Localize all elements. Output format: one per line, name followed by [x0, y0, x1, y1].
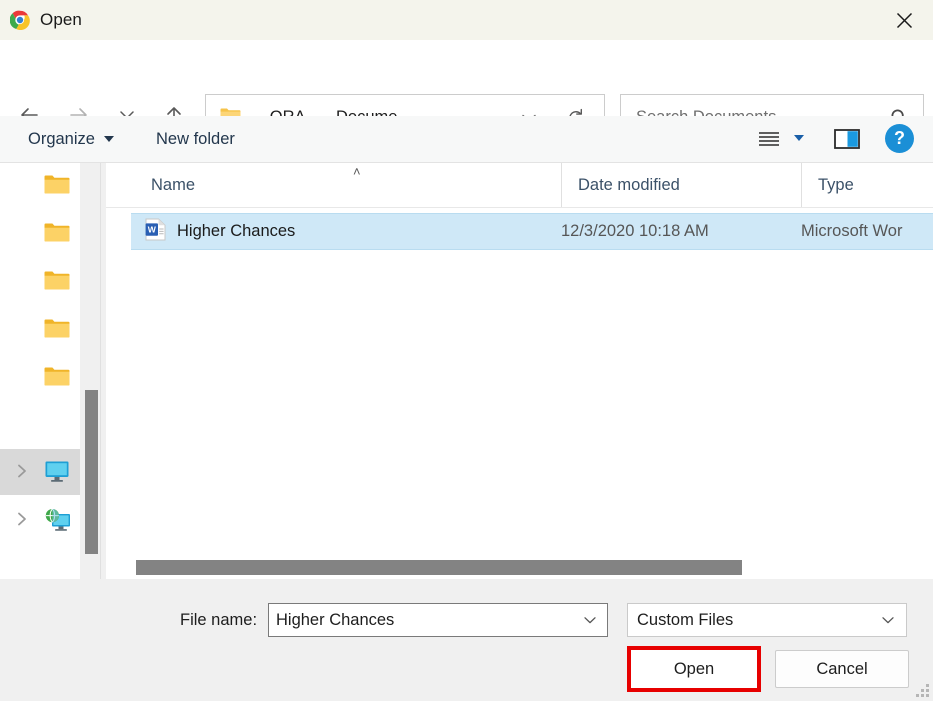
file-name-label: File name: [180, 611, 258, 629]
file-name-value: Higher Chances [276, 610, 395, 629]
title-bar: Open [0, 0, 933, 40]
column-header-type-label: Type [818, 175, 854, 194]
file-name-chevron-down-icon[interactable] [582, 604, 598, 636]
file-type-value: Custom Files [637, 610, 734, 629]
column-header-date-modified-label: Date modified [578, 175, 680, 194]
column-header-name-label: Name [151, 175, 196, 194]
folder-icon [44, 222, 70, 248]
sidebar-item-folder-2[interactable] [0, 211, 80, 257]
sidebar-item-folder-4[interactable] [0, 307, 80, 353]
cancel-button-label: Cancel [816, 659, 868, 678]
navigation-bar: « ORA... › Docume... [0, 40, 933, 141]
table-row[interactable]: W Higher Chances 12/3/2020 10:18 AM Micr… [131, 213, 933, 250]
open-file-dialog: Open Search Documents Organize New folde… [0, 0, 933, 701]
organize-label: Organize [28, 129, 95, 148]
sidebar-item-this-pc[interactable] [0, 449, 80, 495]
close-button[interactable] [875, 0, 933, 40]
sidebar-item-folder-5[interactable] [0, 355, 80, 401]
network-icon [44, 508, 72, 538]
sidebar-scrollbar-thumb[interactable] [85, 390, 98, 554]
this-pc-icon [44, 460, 70, 488]
window-title: Open [40, 10, 82, 29]
file-type-cell: Microsoft Wor [801, 222, 903, 240]
svg-text:W: W [148, 224, 157, 234]
preview-pane-icon[interactable] [833, 125, 861, 153]
pane-divider [100, 163, 101, 579]
new-folder-label: New folder [156, 129, 235, 148]
column-headers: Name ˄ Date modified Type [106, 163, 933, 208]
file-list: Name ˄ Date modified Type W Higher Chanc [106, 163, 933, 579]
column-header-date-modified[interactable]: Date modified [561, 163, 801, 207]
file-list-horizontal-scrollbar-thumb[interactable] [136, 560, 742, 575]
chrome-logo-icon [9, 10, 30, 31]
column-header-name[interactable]: Name [106, 163, 561, 207]
help-label: ? [894, 128, 905, 148]
sort-ascending-icon: ˄ [353, 164, 361, 179]
file-name-cell: Higher Chances [177, 222, 296, 240]
help-button[interactable]: ? [885, 124, 914, 153]
open-button[interactable]: Open [631, 650, 757, 688]
file-type-select[interactable]: Custom Files [627, 603, 907, 637]
sidebar-scrollbar[interactable] [85, 163, 98, 579]
chevron-down-icon [103, 136, 114, 142]
organize-button[interactable]: Organize [20, 116, 122, 162]
sidebar-item-network[interactable] [0, 497, 80, 543]
resize-grip[interactable] [916, 684, 930, 698]
command-bar: Organize New folder ? [0, 116, 933, 163]
folder-icon [44, 318, 70, 344]
chevron-right-icon[interactable] [14, 463, 30, 479]
word-document-icon: W [145, 218, 166, 246]
column-header-type[interactable]: Type [801, 163, 933, 207]
file-date-cell: 12/3/2020 10:18 AM [561, 222, 709, 240]
file-type-chevron-down-icon[interactable] [880, 604, 896, 636]
sidebar-item-folder-3[interactable] [0, 259, 80, 305]
sidebar-item-folder-1[interactable] [0, 163, 80, 209]
open-button-label: Open [673, 659, 715, 678]
cancel-button[interactable]: Cancel [775, 650, 909, 688]
chevron-right-icon[interactable] [14, 511, 30, 527]
view-mode-chevron-down-icon[interactable] [794, 135, 804, 141]
folder-icon [44, 270, 70, 296]
file-name-input[interactable]: Higher Chances [268, 603, 608, 637]
folder-icon [44, 174, 70, 200]
new-folder-button[interactable]: New folder [148, 116, 243, 162]
folder-icon [44, 366, 70, 392]
file-list-horizontal-scrollbar[interactable] [106, 557, 933, 579]
list-view-icon[interactable] [752, 124, 786, 154]
navigation-pane [0, 163, 80, 579]
